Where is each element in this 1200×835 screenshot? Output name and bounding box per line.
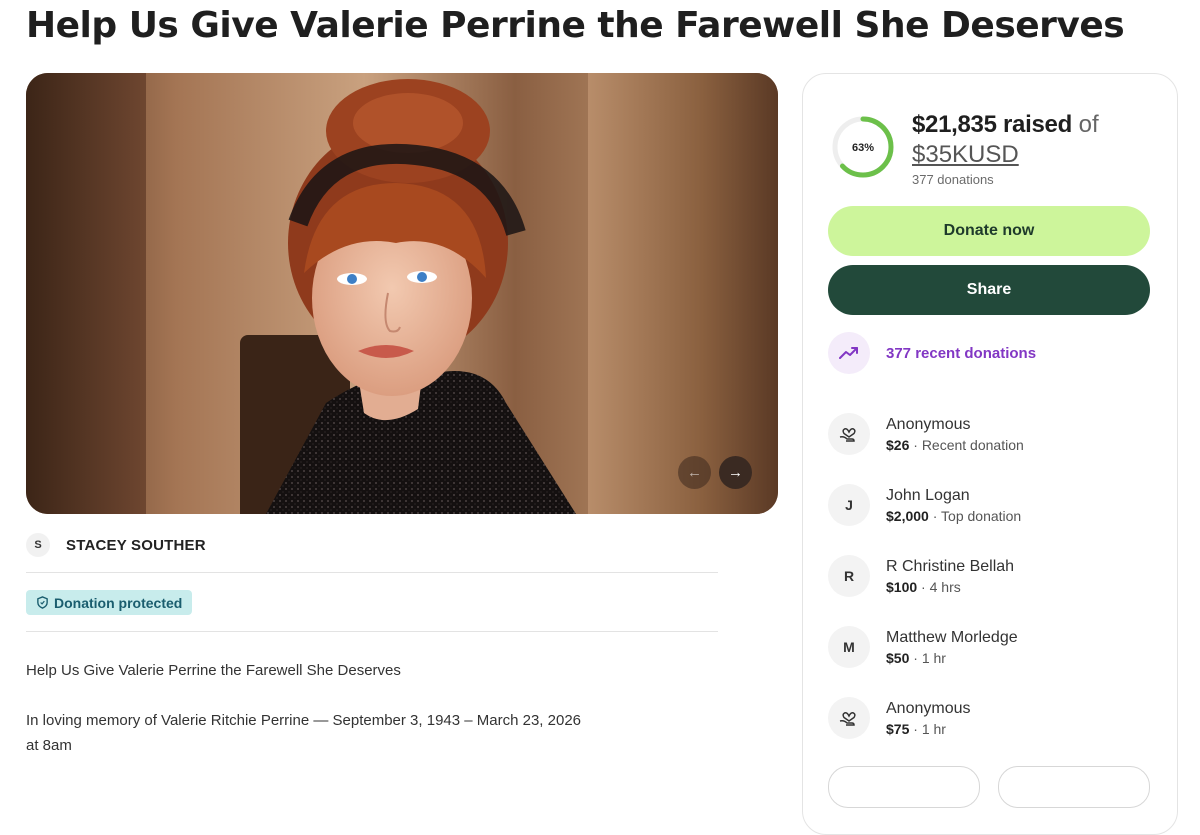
see-top-button[interactable] bbox=[998, 766, 1150, 808]
goal-amount[interactable]: $35KUSD bbox=[912, 140, 1152, 170]
trending-up-icon bbox=[828, 332, 870, 374]
donation-count: 377 donations bbox=[912, 172, 994, 187]
donation-amount: $50 bbox=[886, 649, 910, 666]
organizer-avatar: S bbox=[26, 533, 50, 557]
recent-donations-label: 377 recent donations bbox=[886, 344, 1037, 362]
arrow-right-icon: → bbox=[728, 464, 743, 481]
donation-item: Anonymous $75 · 1 hr bbox=[828, 697, 971, 739]
donor-name: Anonymous bbox=[886, 699, 971, 717]
donation-amount: $26 bbox=[886, 436, 910, 453]
donation-item: J John Logan $2,000 · Top donation bbox=[828, 484, 1021, 526]
donation-item: M Matthew Morledge $50 · 1 hr bbox=[828, 626, 1018, 668]
donation-amount: $75 bbox=[886, 720, 910, 737]
see-all-button[interactable] bbox=[828, 766, 980, 808]
donor-name: John Logan bbox=[886, 486, 970, 504]
donation-note: 1 hr bbox=[921, 720, 946, 737]
donation-note: Top donation bbox=[941, 507, 1022, 524]
divider bbox=[26, 631, 718, 632]
progress-percent: 63% bbox=[852, 142, 874, 154]
divider bbox=[26, 572, 718, 573]
raised-amount: $21,835 raised bbox=[912, 111, 1072, 138]
story-text: Help Us Give Valerie Perrine the Farewel… bbox=[26, 662, 401, 679]
donor-name: R Christine Bellah bbox=[886, 557, 1015, 575]
donation-note: 1 hr bbox=[921, 649, 946, 666]
raised-of: of bbox=[1078, 111, 1099, 138]
donor-avatar: R bbox=[828, 555, 870, 597]
carousel-prev-button[interactable]: ← bbox=[678, 456, 711, 489]
story-text: In loving memory of Valerie Ritchie Perr… bbox=[26, 712, 581, 729]
recent-donations-link[interactable]: 377 recent donations bbox=[828, 332, 1036, 374]
portrait-photo bbox=[266, 79, 576, 514]
progress-ring: 63% bbox=[832, 116, 894, 178]
arrow-left-icon: ← bbox=[687, 464, 702, 481]
donor-name: Anonymous bbox=[886, 415, 971, 433]
donate-now-button[interactable]: Donate now bbox=[828, 206, 1150, 256]
heart-hand-icon bbox=[828, 697, 870, 739]
hero-image[interactable] bbox=[26, 73, 778, 514]
organizer[interactable]: S STACEY SOUTHER bbox=[26, 533, 206, 557]
donation-note: Recent donation bbox=[921, 436, 1024, 453]
shield-icon bbox=[37, 596, 48, 609]
donation-item: Anonymous $26 · Recent donation bbox=[828, 413, 1024, 455]
raised-summary: $21,835 raised of $35KUSD bbox=[912, 110, 1152, 170]
donation-card: 63% $21,835 raised of $35KUSD 377 donati… bbox=[802, 73, 1178, 835]
badge-label: Donation protected bbox=[54, 594, 183, 611]
page-title: Help Us Give Valerie Perrine the Farewel… bbox=[26, 5, 1125, 46]
donation-protected-badge[interactable]: Donation protected bbox=[26, 590, 193, 615]
donation-amount: $2,000 bbox=[886, 507, 929, 524]
donation-item: R R Christine Bellah $100 · 4 hrs bbox=[828, 555, 1014, 597]
organizer-name[interactable]: STACEY SOUTHER bbox=[66, 537, 206, 554]
donor-avatar: M bbox=[828, 626, 870, 668]
carousel-next-button[interactable]: → bbox=[719, 456, 752, 489]
heart-hand-icon bbox=[828, 413, 870, 455]
donor-avatar: J bbox=[828, 484, 870, 526]
share-button[interactable]: Share bbox=[828, 265, 1150, 315]
donation-amount: $100 bbox=[886, 578, 918, 595]
donor-name: Matthew Morledge bbox=[886, 628, 1018, 646]
story-text: at 8am bbox=[26, 737, 72, 754]
donation-note: 4 hrs bbox=[929, 578, 961, 595]
